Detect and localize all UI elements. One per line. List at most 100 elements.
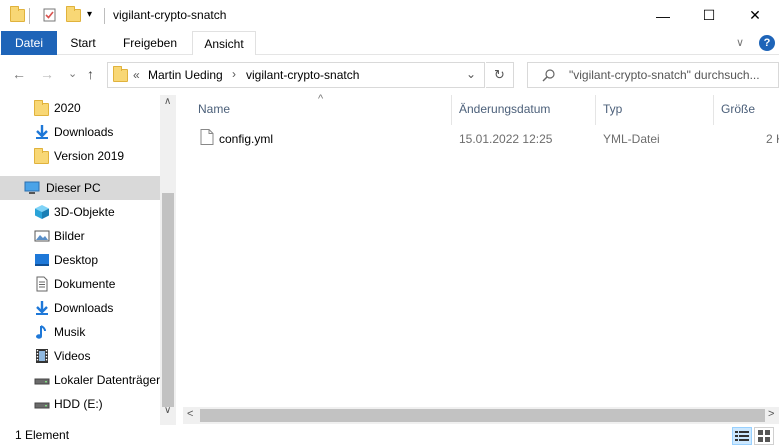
scroll-up-icon[interactable]: ∧ <box>164 96 171 107</box>
recent-locations-button[interactable]: ⌄ <box>68 67 77 80</box>
search-input[interactable]: "vigilant-crypto-snatch" durchsuch... <box>569 68 760 82</box>
column-divider[interactable] <box>451 95 452 125</box>
item-count: 1 Element <box>15 428 70 442</box>
navigation-pane: 2020 Downloads Version 2019 Dieser PC 3D-Obj… <box>0 95 176 425</box>
cube-icon <box>34 204 50 220</box>
new-folder-icon[interactable] <box>66 6 82 23</box>
music-icon <box>34 324 50 340</box>
title-bar: ▾ vigilant-crypto-snatch — ☐ ✕ <box>0 0 779 31</box>
video-icon <box>34 348 50 364</box>
sidebar-item-label: 3D-Objekte <box>54 205 115 219</box>
explorer-window: ▾ vigilant-crypto-snatch — ☐ ✕ Datei Sta… <box>0 0 779 446</box>
divider <box>104 8 105 24</box>
sidebar-item-3d-objekte[interactable]: 3D-Objekte <box>0 200 160 224</box>
navigation-bar: ← → ⌄ ↑ « Martin Ueding › vigilant-crypt… <box>0 55 779 95</box>
sidebar-item-downloads[interactable]: Downloads <box>0 120 160 144</box>
sidebar-item-label: 2020 <box>54 101 81 115</box>
back-button[interactable]: ← <box>12 66 26 82</box>
ribbon-collapse-icon[interactable]: ∨ <box>736 36 744 49</box>
sidebar-item-label: Bilder <box>54 229 85 243</box>
drive-icon <box>34 372 50 388</box>
column-header-date[interactable]: Änderungsdatum <box>459 102 550 126</box>
sidebar-item-hdd-e[interactable]: HDD (E:) <box>0 392 160 416</box>
folder-icon <box>10 6 26 23</box>
maximize-button[interactable]: ☐ <box>686 0 732 31</box>
sidebar-item-label: Dieser PC <box>46 181 101 195</box>
sidebar-item-2020[interactable]: 2020 <box>0 96 160 120</box>
close-button[interactable]: ✕ <box>732 0 778 31</box>
address-dropdown-icon[interactable]: ⌄ <box>466 67 476 81</box>
breadcrumb-overflow[interactable]: « <box>133 68 140 82</box>
tab-start[interactable]: Start <box>57 31 109 55</box>
sidebar-item-label: Musik <box>54 325 86 339</box>
folder-icon <box>113 66 129 83</box>
sidebar-item-label: Downloads <box>54 125 114 139</box>
column-divider[interactable] <box>595 95 596 125</box>
column-header-size[interactable]: Größe <box>721 102 755 126</box>
file-list: ^ Name Änderungsdatum Typ Größe config.y… <box>176 93 779 425</box>
pictures-icon <box>34 228 50 244</box>
folder-icon <box>34 100 50 116</box>
sidebar-item-label: Videos <box>54 349 91 363</box>
desktop-icon <box>34 252 50 268</box>
sidebar-item-label: Lokaler Datenträger <box>54 373 161 387</box>
breadcrumb-martin-ueding[interactable]: Martin Ueding <box>148 68 223 82</box>
search-icon <box>542 68 556 82</box>
file-size: 2 K <box>766 132 779 146</box>
refresh-button[interactable]: ↻ <box>486 62 514 88</box>
window-title: vigilant-crypto-snatch <box>113 8 227 22</box>
sidebar-item-label: Version 2019 <box>54 149 125 163</box>
sidebar-item-version-2019[interactable]: Version 2019 <box>0 144 160 168</box>
drive-icon <box>34 396 50 412</box>
divider <box>29 8 30 24</box>
file-date: 15.01.2022 12:25 <box>459 132 553 146</box>
sidebar-item-bilder[interactable]: Bilder <box>0 224 160 248</box>
tab-freigeben[interactable]: Freigeben <box>109 31 191 55</box>
scroll-down-icon[interactable]: ∨ <box>164 405 171 416</box>
sidebar-item-label: Dokumente <box>54 277 116 291</box>
details-view-icon[interactable] <box>732 427 752 445</box>
search-box[interactable]: "vigilant-crypto-snatch" durchsuch... <box>527 62 779 88</box>
sidebar-item-label: Desktop <box>54 253 99 267</box>
sidebar-item-dieser-pc[interactable]: Dieser PC <box>0 176 160 200</box>
folder-icon <box>34 148 50 164</box>
breadcrumb-separator[interactable]: › <box>232 67 236 81</box>
sidebar-item-desktop[interactable]: Desktop <box>0 248 160 272</box>
breadcrumb-vigilant-crypto-snatch[interactable]: vigilant-crypto-snatch <box>246 68 359 82</box>
column-header-type[interactable]: Typ <box>603 102 622 126</box>
horizontal-scroll-thumb[interactable] <box>200 409 765 422</box>
download-icon <box>34 300 50 316</box>
help-icon[interactable]: ? <box>759 35 775 51</box>
file-icon <box>200 129 214 145</box>
large-icons-view-icon[interactable] <box>754 427 774 445</box>
sidebar-item-downloads[interactable]: Downloads <box>0 296 160 320</box>
sidebar-item-videos[interactable]: Videos <box>0 344 160 368</box>
sidebar-item-dokumente[interactable]: Dokumente <box>0 272 160 296</box>
document-icon <box>34 276 50 292</box>
download-icon <box>34 124 50 140</box>
tab-datei[interactable]: Datei <box>1 31 57 55</box>
quick-access-dropdown-icon[interactable]: ▾ <box>87 9 92 20</box>
sidebar-item-lokaler-datenträger[interactable]: Lokaler Datenträger <box>0 368 160 392</box>
minimize-button[interactable]: — <box>640 0 686 31</box>
tab-ansicht[interactable]: Ansicht <box>192 31 256 56</box>
sidebar-item-label: Downloads <box>54 301 114 315</box>
sidebar-item-musik[interactable]: Musik <box>0 320 160 344</box>
up-button[interactable]: ↑ <box>87 66 94 82</box>
computer-icon <box>24 180 40 196</box>
ribbon-tabs: Datei Start Freigeben Ansicht ∨ ? <box>0 31 779 56</box>
column-divider[interactable] <box>713 95 714 125</box>
sidebar-item-label: HDD (E:) <box>54 397 103 411</box>
column-header-name[interactable]: Name <box>198 102 230 126</box>
sort-indicator-icon: ^ <box>318 93 324 105</box>
file-type: YML-Datei <box>603 132 660 146</box>
scroll-left-icon[interactable]: < <box>187 408 193 420</box>
sidebar-scroll-thumb[interactable] <box>162 193 174 407</box>
address-bar[interactable]: « Martin Ueding › vigilant-crypto-snatch… <box>107 62 485 88</box>
status-bar: 1 Element <box>0 425 779 446</box>
scroll-right-icon[interactable]: > <box>768 408 774 420</box>
properties-icon[interactable] <box>42 7 58 23</box>
file-name: config.yml <box>219 132 274 146</box>
forward-button[interactable]: → <box>40 66 54 82</box>
table-row[interactable]: config.yml 15.01.2022 12:25 YML-Datei 2 … <box>176 125 779 149</box>
